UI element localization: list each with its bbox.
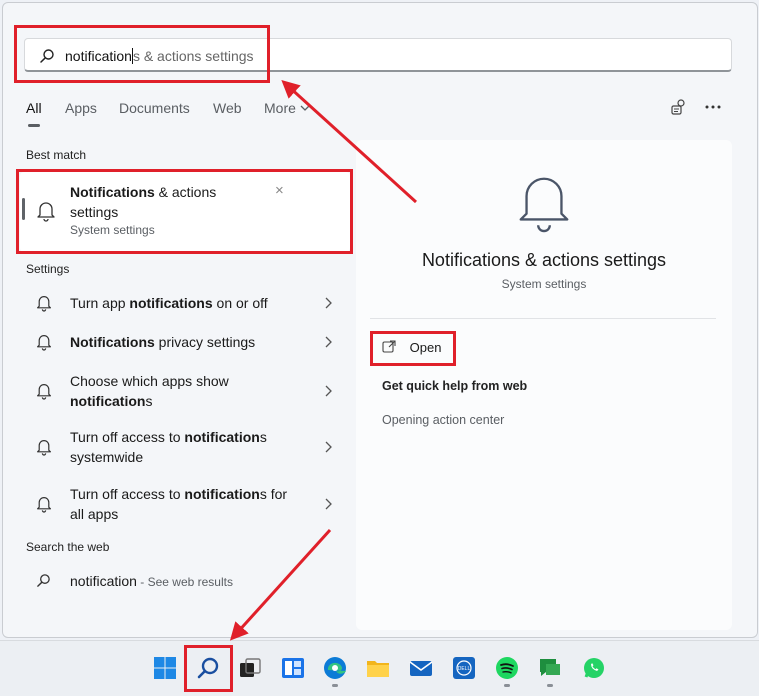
whatsapp-icon[interactable] bbox=[582, 656, 606, 680]
best-match-heading: Best match bbox=[26, 148, 87, 162]
bell-icon bbox=[37, 497, 51, 513]
label-bold: notification bbox=[184, 486, 260, 502]
label-text: systemwide bbox=[70, 449, 144, 465]
bell-icon bbox=[519, 177, 569, 233]
label-text: s bbox=[259, 429, 267, 445]
settings-item-label: Notifications privacy settings bbox=[70, 332, 255, 352]
preview-subtitle: System settings bbox=[501, 277, 587, 291]
help-link-opening-action-center[interactable]: Opening action center bbox=[382, 413, 504, 427]
bell-icon bbox=[37, 296, 51, 312]
windows-start-icon[interactable] bbox=[153, 656, 177, 680]
web-search-item[interactable]: notification - See web results bbox=[22, 570, 340, 592]
settings-heading: Settings bbox=[26, 262, 70, 276]
settings-item-label: Turn off access to notifications for all … bbox=[70, 484, 287, 524]
label-text: s bbox=[145, 393, 153, 409]
widgets-icon[interactable] bbox=[281, 656, 305, 680]
label-bold: notifications bbox=[129, 295, 213, 311]
settings-item[interactable]: Turn off access to notifications systemwi… bbox=[22, 426, 340, 468]
quick-help-heading: Get quick help from web bbox=[382, 379, 528, 393]
settings-item[interactable]: Turn app notifications on or off bbox=[22, 292, 340, 314]
chevron-right-icon bbox=[325, 385, 332, 397]
label-text: all apps bbox=[70, 506, 119, 522]
label-bold: notification bbox=[70, 393, 146, 409]
label-text: Choose which apps show bbox=[70, 373, 229, 389]
annotation-box-open bbox=[370, 331, 456, 366]
bell-icon bbox=[37, 440, 51, 456]
preview-panel: Notifications & actions settings System … bbox=[356, 140, 732, 630]
label-text: s for bbox=[259, 486, 288, 502]
annotation-box-best-match bbox=[16, 169, 353, 254]
preview-title: Notifications & actions settings bbox=[421, 250, 667, 270]
spotify-icon[interactable] bbox=[495, 656, 519, 680]
more-options-icon[interactable] bbox=[705, 104, 721, 110]
chevron-right-icon bbox=[325, 441, 332, 453]
label-text: privacy settings bbox=[154, 334, 256, 350]
annotation-box-taskbar-search bbox=[184, 645, 233, 692]
tab-web[interactable]: Web bbox=[213, 100, 242, 116]
dell-icon[interactable]: DELL bbox=[452, 656, 476, 680]
account-switch-icon[interactable] bbox=[670, 98, 688, 116]
chevron-right-icon bbox=[325, 336, 332, 348]
edge-icon[interactable] bbox=[323, 656, 347, 680]
label-text: Turn off access to bbox=[70, 429, 185, 445]
settings-item[interactable]: Choose which apps show notifications bbox=[22, 370, 340, 412]
tab-all[interactable]: All bbox=[26, 100, 42, 116]
active-tab-indicator bbox=[28, 124, 40, 127]
web-search-label: notification - See web results bbox=[70, 571, 233, 592]
chevron-down-icon bbox=[300, 105, 310, 111]
running-indicator bbox=[504, 684, 510, 687]
tab-apps[interactable]: Apps bbox=[65, 100, 97, 116]
tab-more-label: More bbox=[264, 100, 296, 116]
svg-text:DELL: DELL bbox=[458, 666, 471, 672]
label-text: Turn off access to bbox=[70, 486, 185, 502]
running-indicator bbox=[547, 684, 553, 687]
label-text: Turn app bbox=[70, 295, 130, 311]
label-text: on or off bbox=[212, 295, 268, 311]
mail-icon[interactable] bbox=[409, 656, 433, 680]
divider bbox=[370, 318, 716, 319]
web-query: notification bbox=[70, 573, 137, 589]
tab-more[interactable]: More bbox=[264, 100, 310, 116]
settings-item[interactable]: Turn off access to notifications for all … bbox=[22, 483, 340, 525]
task-view-icon[interactable] bbox=[238, 656, 262, 680]
file-explorer-icon[interactable] bbox=[366, 656, 390, 680]
settings-item-label: Turn off access to notifications systemwi… bbox=[70, 427, 267, 467]
chevron-right-icon bbox=[325, 498, 332, 510]
annotation-box-search bbox=[14, 25, 270, 83]
bell-icon bbox=[37, 335, 51, 351]
label-bold: Notifications bbox=[70, 334, 155, 350]
label-bold: notification bbox=[184, 429, 260, 445]
settings-item-label: Turn app notifications on or off bbox=[70, 293, 268, 313]
search-icon bbox=[37, 574, 50, 587]
web-suffix: - See web results bbox=[136, 575, 233, 589]
running-indicator bbox=[332, 684, 338, 687]
search-web-heading: Search the web bbox=[26, 540, 110, 554]
bell-icon bbox=[37, 384, 51, 400]
settings-item[interactable]: Notifications privacy settings bbox=[22, 331, 340, 353]
chevron-right-icon bbox=[325, 297, 332, 309]
google-chat-icon[interactable] bbox=[538, 656, 562, 680]
settings-item-label: Choose which apps show notifications bbox=[70, 371, 229, 411]
tab-documents[interactable]: Documents bbox=[119, 100, 190, 116]
